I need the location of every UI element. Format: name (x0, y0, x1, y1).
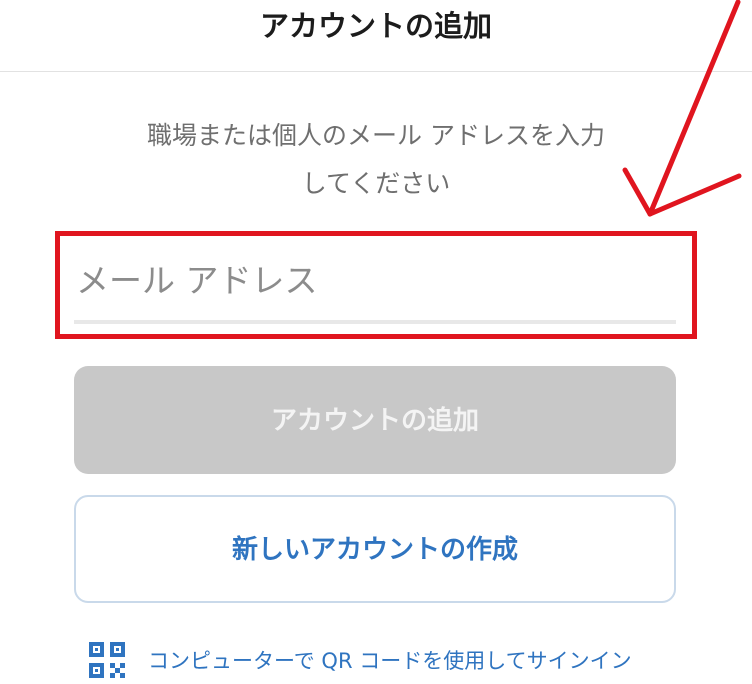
instruction-line-2: してください (301, 169, 451, 198)
email-input[interactable] (74, 240, 676, 320)
qr-signin-link[interactable]: コンピューターで QR コードを使用してサインイン (148, 645, 632, 675)
qr-signin-row[interactable]: コンピューターで QR コードを使用してサインイン (88, 640, 632, 680)
page-title: アカウントの追加 (259, 9, 492, 43)
qr-code-icon (89, 642, 125, 678)
add-account-button[interactable]: アカウントの追加 (74, 366, 676, 474)
email-field-container (74, 240, 676, 326)
header-bar: アカウントの追加 (0, 0, 752, 72)
add-account-screen: アカウントの追加 職場または個人のメール アドレスを入力 してください アカウン… (0, 0, 752, 684)
instruction-text: 職場または個人のメール アドレスを入力 してください (90, 112, 662, 208)
instruction-line-1: 職場または個人のメール アドレスを入力 (147, 121, 605, 150)
create-account-button[interactable]: 新しいアカウントの作成 (74, 495, 676, 603)
email-underline (74, 320, 676, 324)
